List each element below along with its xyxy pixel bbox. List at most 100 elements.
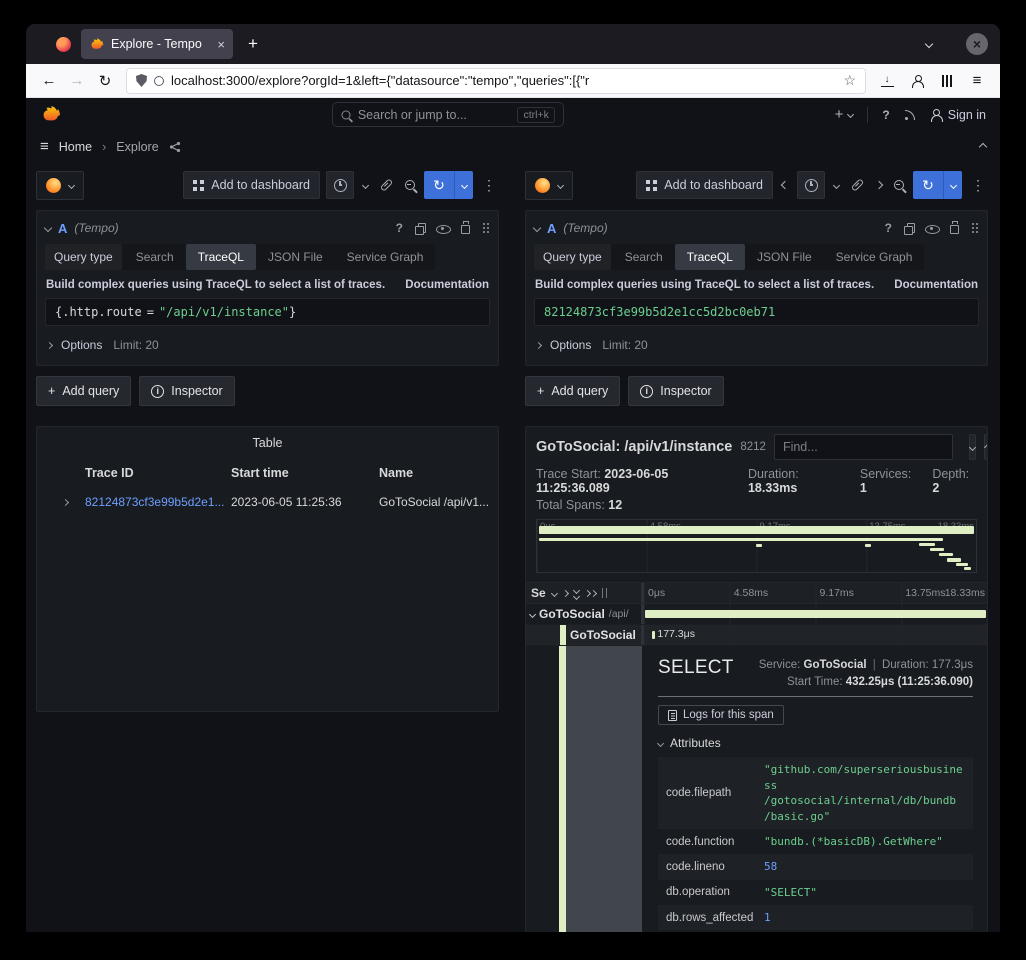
documentation-link[interactable]: Documentation [894,279,978,291]
logs-for-span-button[interactable]: Logs for this span [658,705,784,725]
tab-json-file[interactable]: JSON File [256,244,335,270]
url-bar[interactable]: localhost:3000/explore?orgId=1&left={"da… [126,68,866,94]
add-query-button[interactable]: + Add query [36,376,131,406]
inspector-button[interactable]: Inspector [139,376,234,406]
run-interval-chevron-icon[interactable] [454,171,473,199]
run-interval-chevron-icon[interactable] [943,171,962,199]
back-button[interactable]: ← [36,68,62,94]
browser-tab[interactable]: Explore - Tempo × [81,29,233,59]
tracking-shield-icon[interactable] [136,74,147,87]
breadcrumb-current[interactable]: Explore [116,140,158,154]
traceql-query-input[interactable]: {.http.route="/api/v1/instance"} [45,298,490,326]
tab-traceql[interactable]: TraceQL [186,244,256,270]
disable-query-icon[interactable] [436,222,449,235]
app-menu-icon[interactable]: ≡ [964,68,990,94]
trace-minimap[interactable]: 0μs 4.58ms 9.17ms 13.75ms 18.33ms [536,519,977,573]
collapse-query-chevron-icon[interactable] [533,224,541,232]
duplicate-query-icon[interactable] [415,223,424,233]
span-timeline-cell[interactable]: 177.3μs [644,625,987,645]
find-input[interactable] [774,434,953,460]
new-menu-button[interactable]: + [835,106,854,123]
expand-one-level-icon[interactable] [562,589,569,596]
query-ref-id[interactable]: A [58,221,67,236]
tab-service-graph[interactable]: Service Graph [824,244,925,270]
attributes-accordion[interactable]: Attributes [658,736,973,750]
span-timeline-cell[interactable] [644,604,987,624]
forward-button[interactable]: → [64,68,90,94]
refresh-icon[interactable]: ↻ [424,171,454,199]
new-tab-button[interactable]: + [243,34,263,54]
traceql-query-input[interactable]: 82124873cf3e99b5d2e1cc5d2bc0eb71 [534,298,979,326]
expand-all-icon[interactable] [574,588,579,599]
bookmark-star-icon[interactable]: ☆ [843,72,856,89]
column-start-time[interactable]: Start time [231,463,379,489]
drag-query-icon[interactable] [482,222,490,234]
share-icon[interactable] [169,141,181,153]
collapse-query-chevron-icon[interactable] [44,224,52,232]
tab-search[interactable]: Search [613,244,675,270]
zoom-out-time-icon[interactable] [402,180,418,190]
refresh-icon[interactable]: ↻ [913,171,943,199]
page-info-icon[interactable] [154,76,164,86]
query-options-row[interactable]: Options Limit: 20 [45,334,490,356]
remove-query-icon[interactable] [950,225,959,234]
account-icon[interactable] [904,68,930,94]
column-name[interactable]: Name [379,463,490,489]
collapse-all-icon[interactable] [585,591,596,596]
time-picker-button[interactable] [326,171,354,199]
service-operation-column-header[interactable]: Se [526,583,644,603]
tab-json-file[interactable]: JSON File [745,244,824,270]
datasource-picker[interactable] [525,171,573,200]
run-query-button[interactable]: ↻ [913,171,962,199]
copy-link-icon[interactable] [377,182,396,188]
query-help-icon[interactable]: ? [885,221,892,235]
tab-search[interactable]: Search [124,244,186,270]
help-icon[interactable]: ? [882,108,889,122]
search-input[interactable]: Search or jump to... ctrl+k [332,102,564,127]
span-row-root[interactable]: GoToSocial /api/ [526,604,987,625]
tab-service-graph[interactable]: Service Graph [335,244,436,270]
list-tabs-chevron-icon[interactable] [925,40,933,48]
time-picker-button[interactable] [797,171,825,199]
reload-button[interactable]: ↻ [92,68,118,94]
sign-in-button[interactable]: Sign in [930,108,986,122]
window-close-button[interactable]: × [966,33,988,55]
datasource-picker[interactable] [36,171,84,200]
span-name-cell[interactable]: GoToSocial /api/ [526,604,644,624]
grafana-logo-icon[interactable] [40,104,61,125]
add-to-dashboard-button[interactable]: Add to dashboard [636,171,773,199]
firefox-view-icon[interactable] [56,37,71,52]
panel-title[interactable]: Table [37,427,498,463]
query-options-row[interactable]: Options Limit: 20 [534,334,979,356]
narrow-pane-icon[interactable] [779,182,791,188]
widen-pane-icon[interactable] [873,182,885,188]
drag-query-icon[interactable] [971,222,979,234]
find-next-button[interactable] [969,434,976,460]
copy-link-icon[interactable] [848,182,867,188]
pane-kebab-menu-icon[interactable]: ⋮ [479,177,499,194]
library-icon[interactable] [934,68,960,94]
span-row-selected[interactable]: GoToSocial 177.3μs [526,625,987,646]
news-icon[interactable] [904,109,916,121]
find-prev-button[interactable] [984,434,988,460]
documentation-link[interactable]: Documentation [405,279,489,291]
add-to-dashboard-button[interactable]: Add to dashboard [183,171,320,199]
trace-id-link[interactable]: 82124873cf3e99b5d2e1... [85,489,231,515]
breadcrumb-home[interactable]: Home [59,140,92,154]
span-tree-offset[interactable] [566,646,642,932]
zoom-out-time-icon[interactable] [891,180,907,190]
column-resize-handle[interactable] [602,588,607,598]
pane-kebab-menu-icon[interactable]: ⋮ [968,177,988,194]
span-bar[interactable] [645,610,985,618]
inspector-button[interactable]: Inspector [628,376,723,406]
duplicate-query-icon[interactable] [904,223,913,233]
collapse-span-chevron-icon[interactable] [529,610,536,617]
collapse-toolbar-chevron-icon[interactable] [979,142,987,150]
time-picker-chevron-icon[interactable] [831,183,842,188]
run-query-button[interactable]: ↻ [424,171,473,199]
time-picker-chevron-icon[interactable] [360,183,371,188]
disable-query-icon[interactable] [925,222,938,235]
tab-close-icon[interactable]: × [217,37,225,52]
span-name-cell[interactable]: GoToSocial [526,625,644,645]
mega-menu-icon[interactable]: ≡ [40,138,49,155]
